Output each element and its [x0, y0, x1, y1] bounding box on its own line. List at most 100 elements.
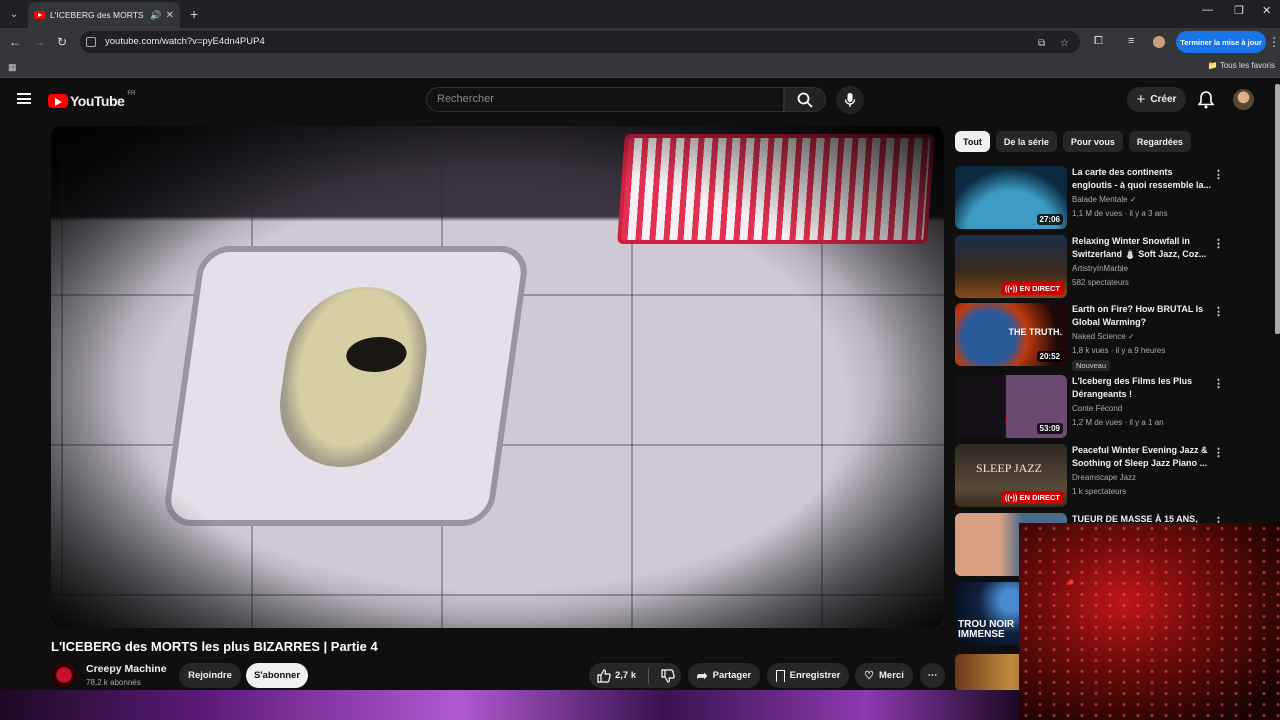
recommendation-channel[interactable]: ArtistryInMarble — [1072, 264, 1128, 273]
thumbs-down-icon[interactable] — [661, 668, 675, 683]
recommendation-thumbnail[interactable]: ↓ 53:09 — [955, 375, 1067, 438]
like-button[interactable]: 2,7 k — [597, 668, 636, 683]
update-button[interactable]: Terminer la mise à jour — [1176, 31, 1266, 53]
live-label: EN DIRECT — [1019, 284, 1060, 293]
more-options-icon[interactable]: ⋮ — [1213, 446, 1224, 459]
bookmark-icon — [775, 669, 785, 682]
reading-list-icon[interactable]: ≡ — [1128, 35, 1134, 47]
subscribe-button[interactable]: S'abonner — [246, 663, 308, 688]
recommendation-channel[interactable]: Conte Fécond — [1072, 404, 1122, 413]
page-scrollbar[interactable] — [1275, 84, 1280, 334]
hamburger-menu-icon[interactable] — [17, 93, 31, 104]
more-options-icon[interactable]: ⋮ — [1213, 168, 1224, 181]
video-vignette — [51, 126, 944, 628]
forward-icon[interactable]: → — [33, 35, 45, 49]
join-label: Rejoindre — [188, 670, 232, 681]
recommendation-thumbnail[interactable]: SLEEP JAZZ ((•)) EN DIRECT — [955, 444, 1067, 507]
youtube-logo[interactable]: YouTube FR — [48, 91, 135, 109]
live-badge: ((•)) EN DIRECT — [1000, 282, 1064, 295]
voice-search-button[interactable] — [836, 86, 864, 114]
channel-avatar[interactable] — [51, 662, 77, 688]
thumbnail-overlay-text: THE TRUTH. — [1008, 327, 1063, 337]
video-duration: 20:52 — [1036, 351, 1063, 362]
account-avatar[interactable] — [1233, 89, 1254, 110]
recommendation-title[interactable]: Earth on Fire? How BRUTAL Is Global Warm… — [1072, 303, 1212, 329]
site-info-icon[interactable] — [86, 37, 96, 47]
recommendation-channel[interactable]: Balade Mentale ✓ — [1072, 195, 1137, 204]
recommendation-item[interactable]: SLEEP JAZZ ((•)) EN DIRECT Peaceful Wint… — [955, 444, 1275, 508]
bookmarks-bar: ▦ 📁 Tous les favoris — [0, 56, 1280, 78]
thanks-heart-icon: ♡ — [864, 670, 875, 682]
chip-all[interactable]: Tout — [955, 131, 990, 152]
more-options-icon[interactable]: ⋮ — [1213, 237, 1224, 250]
browser-menu-icon[interactable]: ⋮ — [1268, 35, 1280, 49]
reload-icon[interactable]: ↻ — [57, 35, 67, 49]
browser-tab[interactable]: L'ICEBERG des MORTS les p 🔊 ✕ — [28, 2, 180, 28]
thanks-button[interactable]: ♡ Merci — [855, 663, 913, 688]
cast-icon[interactable]: ⧉ — [1038, 38, 1045, 49]
close-tab-icon[interactable]: ✕ — [166, 10, 174, 21]
extensions-icon[interactable]: ⧠ — [1094, 35, 1103, 48]
video-title: L'ICEBERG des MORTS les plus BIZARRES | … — [51, 639, 378, 654]
join-button[interactable]: Rejoindre — [179, 663, 241, 688]
recommendation-channel[interactable]: Dreamscape Jazz — [1072, 473, 1136, 482]
new-tab-icon[interactable]: + — [190, 6, 198, 22]
recommendation-meta: 1,1 M de vues · il y a 3 ans — [1072, 209, 1168, 218]
url-text: youtube.com/watch?v=pyE4dn4PUP4 — [105, 36, 265, 47]
close-window-icon[interactable]: ✕ — [1262, 4, 1271, 17]
tab-search-icon[interactable]: ⌄ — [5, 5, 23, 23]
notifications-bell-icon[interactable] — [1198, 91, 1214, 109]
filter-chips: Tout De la série Pour vous Regardées — [955, 131, 1191, 152]
chip-series[interactable]: De la série — [995, 131, 1057, 152]
recommendation-item[interactable]: THE TRUTH. 20:52 Earth on Fire? How BRUT… — [955, 303, 1275, 371]
live-badge: ((•)) EN DIRECT — [1000, 491, 1064, 504]
recommendation-item[interactable]: ↓ 53:09 L'Iceberg des Films les Plus Dér… — [955, 375, 1275, 439]
save-button[interactable]: Enregistrer — [767, 663, 849, 688]
maximize-icon[interactable]: ❐ — [1234, 4, 1244, 17]
recommendation-channel[interactable]: Naked Science ✓ — [1072, 332, 1135, 341]
recommendation-thumbnail[interactable]: 27:06 — [955, 166, 1067, 229]
more-options-icon[interactable]: ⋮ — [1213, 377, 1224, 390]
red-arrow-icon: ↓ — [1003, 411, 1011, 428]
audio-playing-icon[interactable]: 🔊 — [150, 10, 161, 21]
recommendation-meta: 1 k spectateurs — [1072, 487, 1127, 496]
profile-avatar[interactable] — [1153, 36, 1165, 48]
recommendation-title[interactable]: Relaxing Winter Snowfall in Switzerland … — [1072, 235, 1212, 261]
recommendation-item[interactable]: ((•)) EN DIRECT Relaxing Winter Snowfall… — [955, 235, 1275, 299]
subscribe-label: S'abonner — [253, 670, 301, 681]
fairy-lights — [1019, 523, 1280, 720]
search-input[interactable] — [437, 93, 737, 105]
recommendation-meta: 1,8 k vues · il y a 9 heures — [1072, 346, 1166, 355]
recommendation-thumbnail[interactable]: THE TRUTH. 20:52 — [955, 303, 1067, 366]
recommendation-item[interactable]: 27:06 La carte des continents engloutis … — [955, 166, 1275, 230]
search-box[interactable] — [426, 87, 784, 112]
video-duration: 27:06 — [1036, 214, 1063, 225]
recommendation-thumbnail[interactable]: ((•)) EN DIRECT — [955, 235, 1067, 298]
all-bookmarks-link[interactable]: 📁 Tous les favoris — [1208, 61, 1275, 70]
bookmark-star-icon[interactable]: ☆ — [1060, 38, 1069, 49]
channel-name[interactable]: Creepy Machine — [86, 663, 167, 675]
more-actions-button[interactable]: ⋯ — [920, 663, 945, 688]
video-player[interactable] — [51, 126, 944, 628]
chip-for-you[interactable]: Pour vous — [1062, 131, 1123, 152]
chip-watched[interactable]: Regardées — [1128, 131, 1191, 152]
thumbs-up-icon — [597, 668, 611, 683]
share-button[interactable]: ➦ Partager — [688, 663, 760, 688]
like-divider — [648, 667, 650, 684]
create-label: Créer — [1150, 94, 1177, 105]
back-icon[interactable]: ← — [9, 35, 21, 49]
create-button[interactable]: + Créer — [1127, 87, 1186, 112]
logo-text: YouTube — [70, 93, 125, 109]
recommendation-title[interactable]: Peaceful Winter Evening Jazz & Soothing … — [1072, 444, 1212, 470]
new-badge: Nouveau — [1072, 360, 1111, 371]
thumbnail-overlay-text: TROU NOIR IMMENSE — [958, 619, 1015, 640]
recommendation-title[interactable]: L'Iceberg des Films les Plus Dérangeants… — [1072, 375, 1212, 401]
share-icon: ➦ — [696, 667, 708, 683]
recommendation-title[interactable]: La carte des continents engloutis - à qu… — [1072, 166, 1212, 192]
search-button[interactable] — [784, 87, 826, 112]
more-options-icon[interactable]: ⋮ — [1213, 305, 1224, 318]
minimize-icon[interactable]: — — [1202, 4, 1213, 16]
url-bar[interactable]: youtube.com/watch?v=pyE4dn4PUP4 ⧉ ☆ — [80, 31, 1080, 53]
apps-grid-icon[interactable]: ▦ — [8, 62, 17, 73]
recommendation-meta: 582 spectateurs — [1072, 278, 1129, 287]
